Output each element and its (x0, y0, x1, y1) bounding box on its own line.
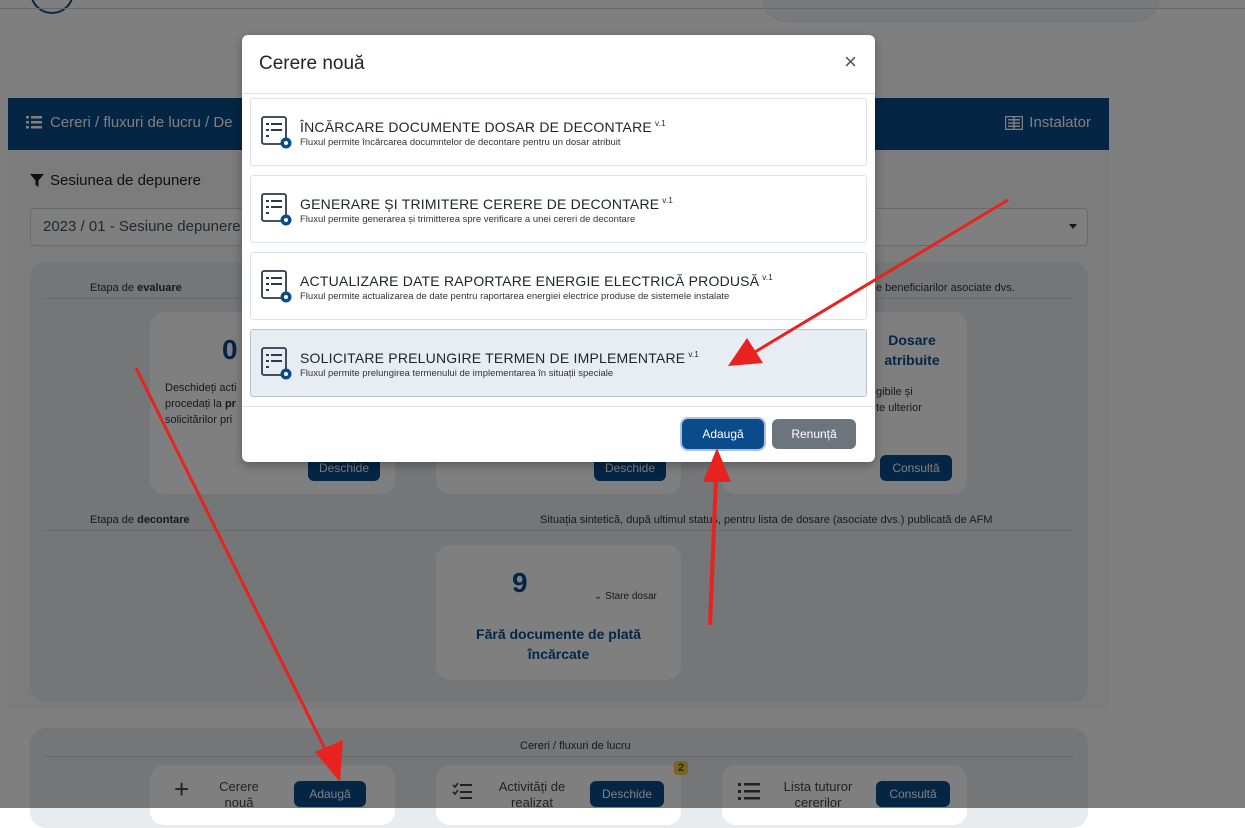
option-title-text: ACTUALIZARE DATE RAPORTARE ENERGIE ELECT… (300, 273, 760, 289)
option-description: Fluxul permite actualizarea de date pent… (300, 291, 730, 302)
option-extend-implementation-term[interactable]: SOLICITARE PRELUNGIRE TERMEN DE IMPLEMEN… (250, 329, 867, 397)
option-update-energy-report[interactable]: ACTUALIZARE DATE RAPORTARE ENERGIE ELECT… (250, 252, 867, 320)
option-title: ACTUALIZARE DATE RAPORTARE ENERGIE ELECT… (300, 273, 773, 289)
option-description: Fluxul permite generarea și trimitterea … (300, 214, 636, 225)
modal-title: Cerere nouă (259, 53, 365, 74)
option-version: v.1 (654, 119, 666, 128)
option-title: GENERARE ȘI TRIMITERE CERERE DE DECONTAR… (300, 196, 673, 212)
option-version: v.1 (762, 273, 773, 282)
option-upload-settlement-docs[interactable]: ÎNCĂRCARE DOCUMENTE DOSAR DE DECONTARE v.… (250, 98, 867, 166)
modal-header-divider (242, 93, 875, 94)
option-title: SOLICITARE PRELUNGIRE TERMEN DE IMPLEMEN… (300, 350, 699, 366)
option-title-text: GENERARE ȘI TRIMITERE CERERE DE DECONTAR… (300, 196, 660, 212)
option-version: v.1 (662, 196, 673, 205)
modal-footer-divider (242, 406, 875, 407)
workflow-settings-icon (261, 116, 292, 149)
modal-add-button[interactable]: Adaugă (682, 419, 764, 449)
option-title-text: ÎNCĂRCARE DOCUMENTE DOSAR DE DECONTARE (300, 119, 652, 135)
new-request-modal: Cerere nouă × ÎNCĂRCARE DOCUMENTE DOSAR … (242, 35, 875, 462)
option-version: v.1 (688, 350, 699, 359)
workflow-settings-icon (261, 193, 292, 226)
option-title: ÎNCĂRCARE DOCUMENTE DOSAR DE DECONTARE v.… (300, 119, 666, 135)
modal-cancel-button[interactable]: Renunță (772, 419, 856, 449)
workflow-settings-icon (261, 347, 292, 380)
workflow-settings-icon (261, 270, 292, 303)
option-description: Fluxul permite prelungirea termenului de… (300, 368, 614, 379)
close-icon[interactable]: × (844, 51, 857, 73)
option-title-text: SOLICITARE PRELUNGIRE TERMEN DE IMPLEMEN… (300, 350, 686, 366)
option-generate-settlement-request[interactable]: GENERARE ȘI TRIMITERE CERERE DE DECONTAR… (250, 175, 867, 243)
option-description: Fluxul permite încărcarea documntelor de… (300, 137, 621, 148)
